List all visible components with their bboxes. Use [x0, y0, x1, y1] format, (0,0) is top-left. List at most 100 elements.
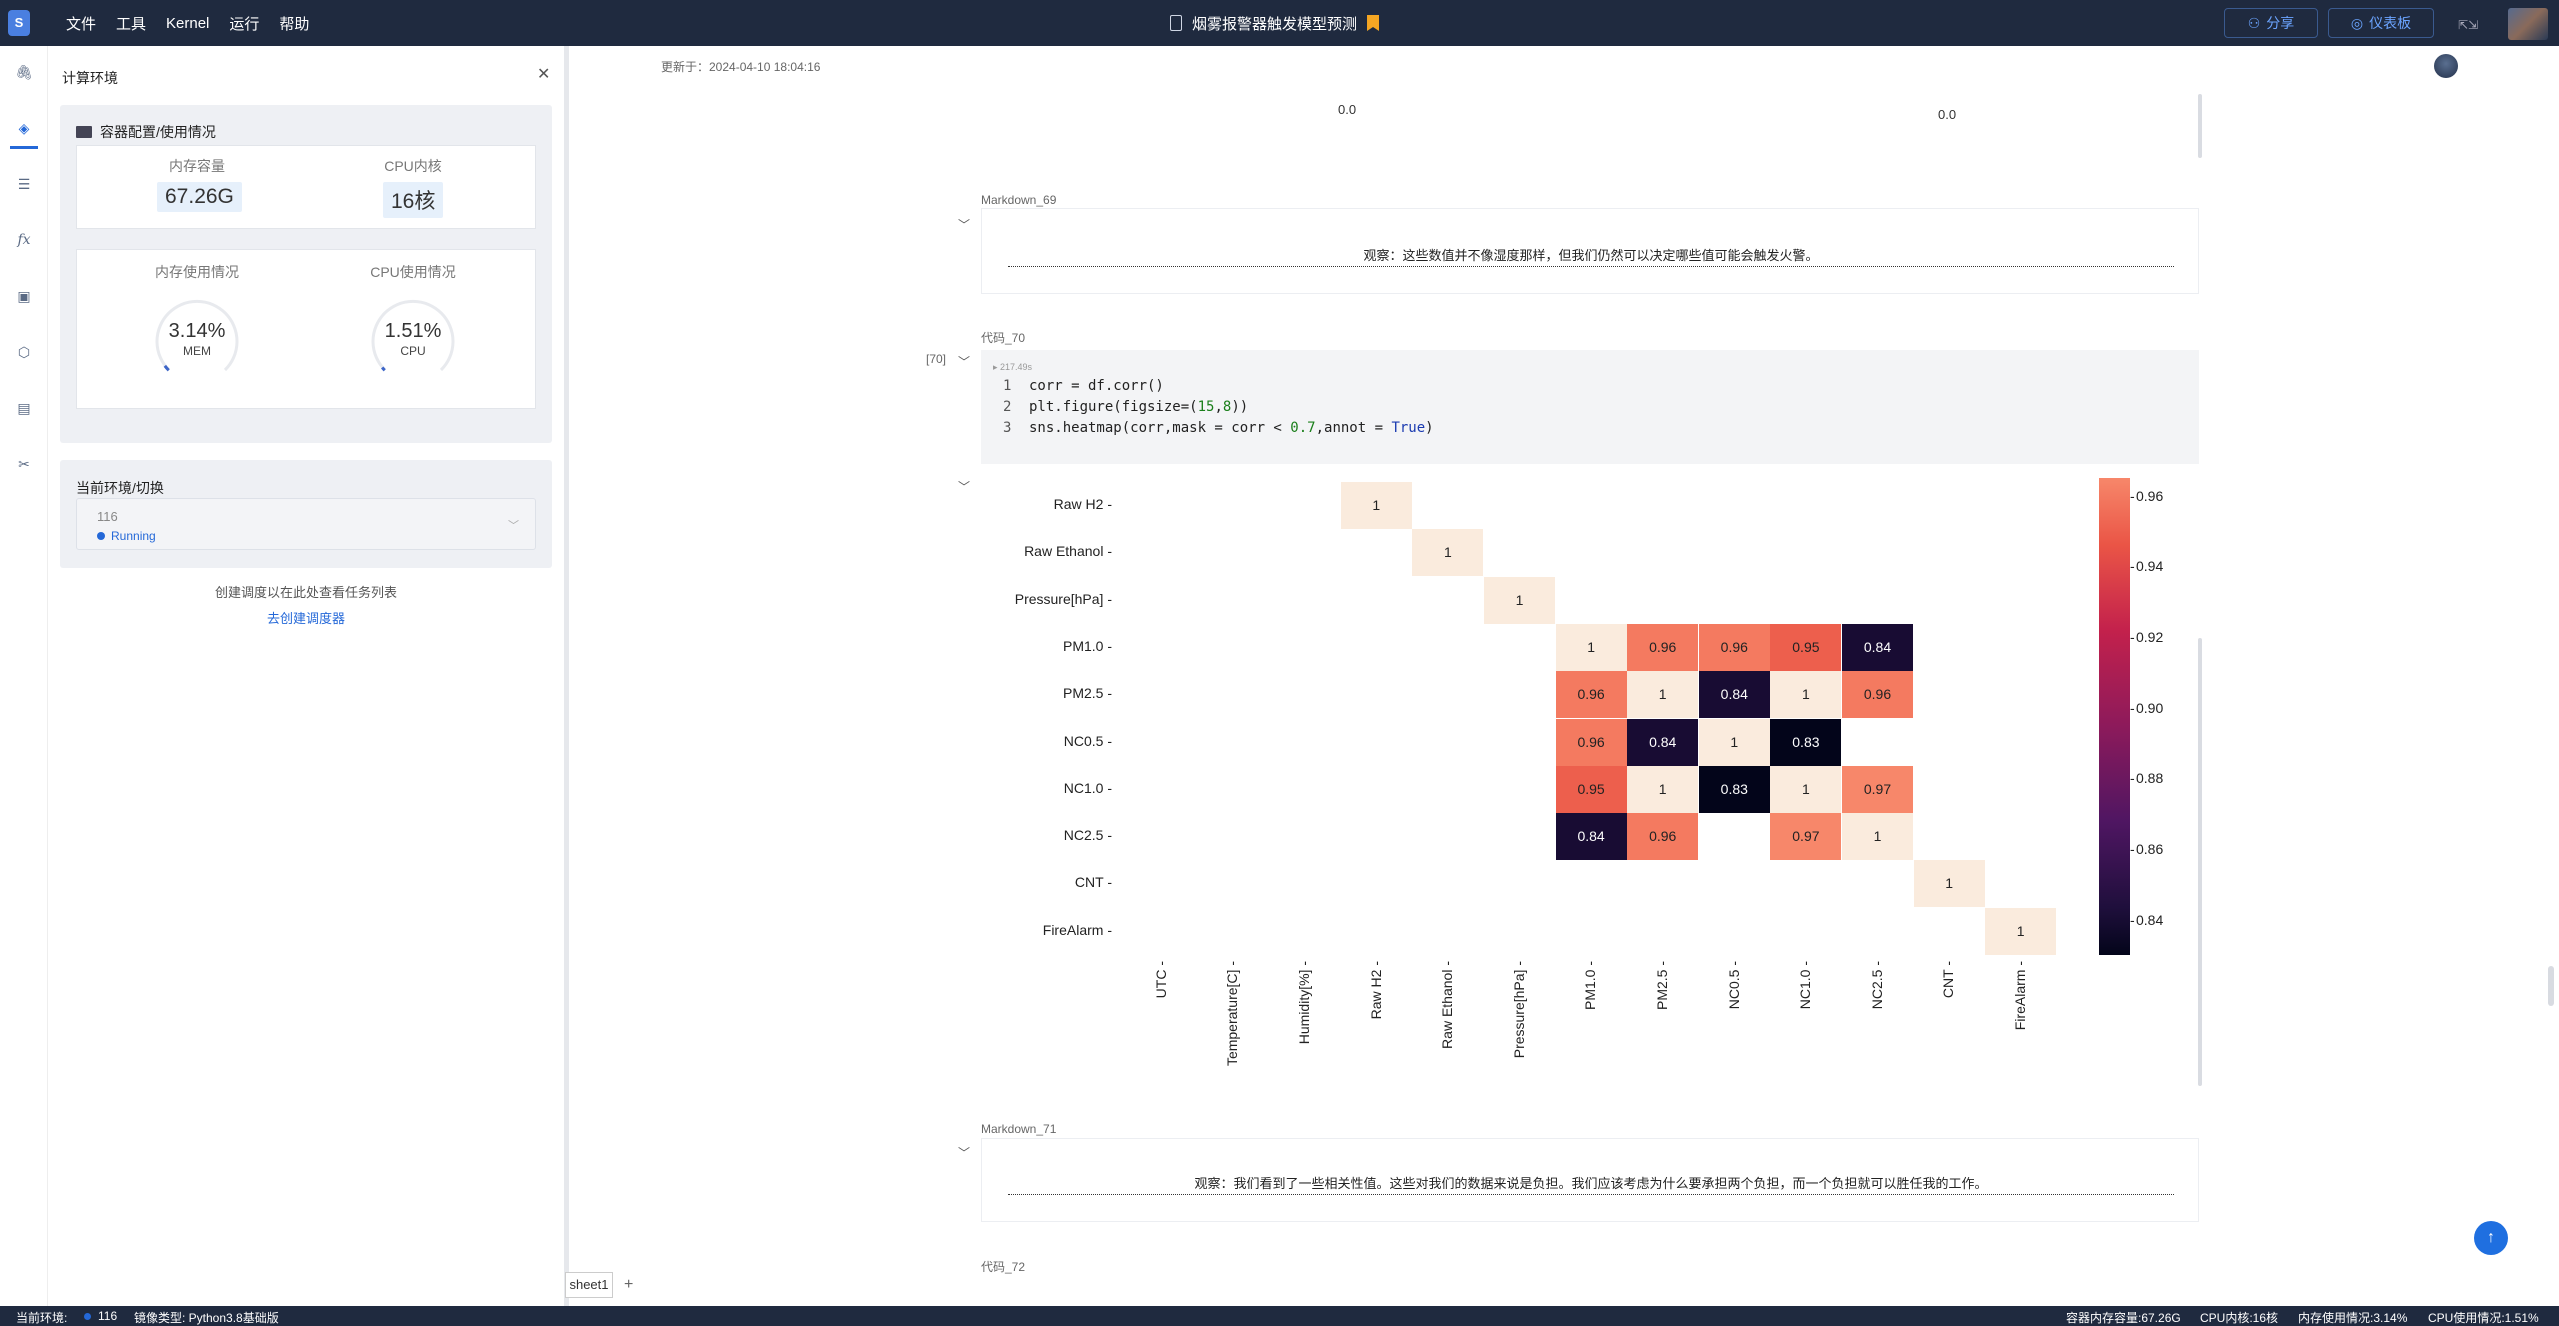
prev-output-value: 0.0 — [1338, 102, 1357, 117]
colorbar-tick: 0.96 — [2130, 488, 2163, 504]
heatmap-cell: 0.96 — [1698, 623, 1770, 671]
menu-tools[interactable]: 工具 — [116, 13, 146, 34]
heatmap-cell: 0.84 — [1842, 623, 1913, 671]
code-line[interactable]: 1 corr = df.corr() — [1003, 378, 1164, 394]
document-icon — [1170, 15, 1182, 31]
dashboard-icon: ◎ — [2350, 14, 2364, 31]
chevron-down-icon[interactable]: ﹀ — [508, 517, 519, 533]
heatmap-row-label: NC0.5 - — [1063, 732, 1112, 749]
code-line[interactable]: 2 plt.figure(figsize=(15,8)) — [1003, 399, 1248, 415]
folder-icon — [76, 126, 92, 138]
heatmap-column-label: Raw H2 - — [1367, 961, 1384, 1020]
notebook-title-text[interactable]: 烟雾报警器触发模型预测 — [1192, 13, 1357, 34]
heatmap-column-label: NC2.5 - — [1868, 961, 1885, 1010]
heatmap-cell: 1 — [1627, 671, 1699, 719]
sheet-tab[interactable]: sheet1 — [565, 1272, 613, 1298]
heatmap-cell: 1 — [1770, 671, 1842, 719]
heatmap-cell: 1 — [1842, 813, 1913, 861]
code-line[interactable]: 3 sns.heatmap(corr,mask = corr < 0.7,anno… — [1003, 420, 1434, 436]
mem-usage-label: 内存使用情况 — [155, 264, 239, 280]
colorbar-tick: 0.86 — [2130, 841, 2163, 857]
chevron-down-icon[interactable]: ﹀ — [958, 478, 970, 495]
variable-icon[interactable]: ▣ — [14, 286, 34, 306]
heatmap-row-label: CNT - — [1074, 874, 1112, 891]
bookmark-icon[interactable] — [1367, 15, 1380, 31]
function-icon[interactable]: fx — [14, 230, 34, 250]
heatmap-row-label: NC1.0 - — [1063, 779, 1112, 796]
share-button[interactable]: ⚇ 分享 — [2224, 8, 2318, 38]
heatmap-cell: 1 — [1555, 623, 1627, 671]
close-icon[interactable]: ✕ — [537, 64, 550, 84]
status-cpu-usage: CPU使用情况:1.51% — [2428, 1311, 2539, 1325]
package-icon[interactable]: ⬡ — [14, 342, 34, 362]
heatmap-cell: 0.83 — [1770, 718, 1842, 766]
heatmap-column-label: FireAlarm - — [2012, 961, 2028, 1031]
prev-output-value: 0.0 — [1938, 107, 1957, 122]
memory-label: 内存容量 — [169, 158, 225, 174]
heatmap-cell: 0.84 — [1698, 671, 1770, 719]
fullscreen-icon[interactable]: ⇱⇲ — [2458, 18, 2484, 32]
line-number: 3 — [1003, 420, 1012, 436]
menu-run[interactable]: 运行 — [229, 13, 259, 34]
status-image: 镜像类型: Python3.8基础版 — [134, 1311, 279, 1325]
schedule-hint: 创建调度以在此处查看任务列表 — [214, 585, 397, 600]
side-rail: 🖇 ◈ ☰ fx ▣ ⬡ ▤ ✂ — [0, 46, 48, 1306]
collaborator-avatar[interactable] — [2434, 54, 2458, 78]
paperclip-icon[interactable]: 🖇 — [14, 62, 34, 82]
heatmap-cell: 1 — [1698, 718, 1770, 766]
back-to-top-icon[interactable]: ↑ — [2474, 1221, 2508, 1255]
cell-label-code72: 代码_72 — [981, 1260, 1026, 1274]
file-icon[interactable]: ▤ — [14, 398, 34, 418]
chevron-down-icon[interactable]: ﹀ — [958, 1144, 970, 1161]
heatmap-row-label: PM1.0 - — [1062, 637, 1112, 654]
cpu-percent: 1.51% — [384, 320, 442, 342]
heatmap-cell: 0.95 — [1555, 765, 1627, 813]
heatmap-column-label: UTC - — [1152, 961, 1169, 999]
menu-file[interactable]: 文件 — [66, 13, 96, 34]
add-sheet-button[interactable]: + — [624, 1276, 633, 1294]
heatmap-cell: 1 — [1985, 907, 2057, 955]
tools-icon[interactable]: ✂ — [14, 454, 34, 474]
colorbar-tick: 0.92 — [2130, 629, 2163, 645]
heatmap-row-label: NC2.5 - — [1063, 827, 1112, 844]
cell-label-md71: Markdown_71 — [981, 1122, 1057, 1136]
menu-help[interactable]: 帮助 — [279, 13, 309, 34]
layers-icon[interactable]: ◈ — [14, 118, 34, 138]
status-env-value: 116 — [98, 1309, 118, 1323]
code-cell[interactable]: ▸ 217.49s 1 corr = df.corr() 2 plt.figure(f… — [981, 350, 2199, 464]
dashboard-button[interactable]: ◎ 仪表板 — [2328, 8, 2434, 38]
cpu-unit: CPU — [400, 344, 426, 358]
app-logo[interactable]: S — [8, 10, 30, 36]
cpu-label: CPU内核 — [384, 158, 442, 174]
panel-title: 计算环境 — [62, 70, 118, 86]
heatmap-cell: 0.84 — [1555, 813, 1627, 861]
chevron-down-icon[interactable]: ﹀ — [958, 353, 970, 370]
line-number: 1 — [1003, 378, 1012, 394]
colorbar-tick: 0.84 — [2130, 912, 2163, 928]
markdown-cell[interactable]: 观察：我们看到了一些相关性值。这些对我们的数据来说是负担。我们应该考虑为什么要承… — [981, 1138, 2199, 1222]
output-scrollbar[interactable] — [2198, 638, 2202, 1086]
cell-label-code70: 代码_70 — [981, 331, 1026, 345]
heatmap-row-label: Raw Ethanol - — [1024, 543, 1112, 560]
execution-count: [70] — [926, 352, 947, 366]
heatmap-cell: 1 — [1412, 529, 1484, 577]
create-scheduler-link[interactable]: 去创建调度器 — [48, 608, 564, 627]
panel-splitter[interactable] — [564, 46, 569, 1306]
container-card-title: 容器配置/使用情况 — [100, 124, 216, 140]
cpu-value: 16核 — [383, 182, 444, 218]
output-scrollbar[interactable] — [2198, 94, 2202, 158]
menu-kernel[interactable]: Kernel — [166, 15, 209, 32]
heatmap-cell: 0.84 — [1627, 718, 1699, 766]
status-bar: 当前环境: 116 镜像类型: Python3.8基础版 容器内存容量:67.2… — [0, 1306, 2559, 1326]
heatmap-column-label: CNT - — [1940, 961, 1957, 999]
status-dot — [97, 532, 105, 540]
env-select[interactable]: 116 Running ﹀ — [76, 498, 536, 550]
markdown-cell[interactable]: 观察：这些数值并不像湿度那样，但我们仍然可以决定哪些值可能会触发火警。 — [981, 208, 2199, 294]
heatmap-column-label: NC1.0 - — [1797, 961, 1814, 1010]
right-panel-handle[interactable] — [2548, 966, 2554, 1006]
chevron-down-icon[interactable]: ﹀ — [958, 216, 970, 233]
heatmap-row-label: Pressure[hPa] - — [1014, 590, 1112, 607]
user-avatar-top[interactable] — [2508, 8, 2548, 40]
heatmap-cell: 0.96 — [1627, 813, 1699, 861]
list-icon[interactable]: ☰ — [14, 174, 34, 194]
